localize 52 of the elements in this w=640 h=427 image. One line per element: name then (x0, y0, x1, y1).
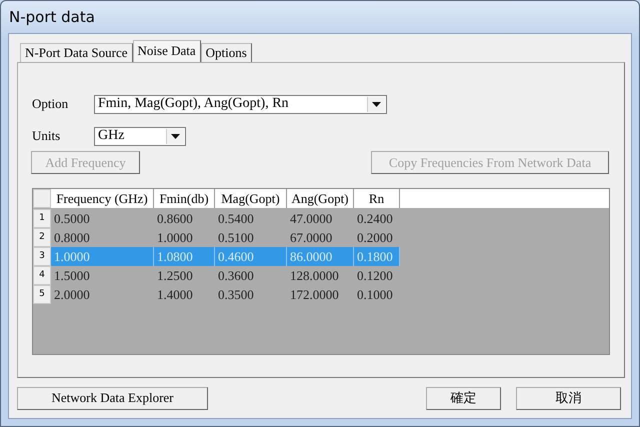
table-cell-text: 1.2500 (156, 267, 194, 285)
row-number: 5 (33, 285, 51, 304)
table-row[interactable]: 3 1.0000 1.0800 0.4600 86.0000 0.1800 (33, 247, 400, 266)
table-cell-text: 172.0000 (289, 286, 340, 304)
table-cell-text: 128.0000 (289, 267, 340, 285)
table-cell-text: 0.5400 (217, 210, 255, 228)
row-number: 1 (33, 209, 51, 228)
corner-header (33, 189, 51, 208)
table-cell-text: 0.5000 (53, 210, 91, 228)
field-label: Option (32, 96, 70, 112)
table-row[interactable]: 2 0.8000 1.0000 0.5100 67.0000 0.2000 (33, 228, 400, 247)
table-cell-text: 1.4000 (156, 286, 194, 304)
dialog-button[interactable]: 確定 (426, 386, 501, 410)
table-row[interactable]: 4 1.5000 1.2500 0.3600 128.0000 0.1200 (33, 266, 400, 285)
table-cell-text: 0.3600 (217, 267, 255, 285)
field-label: Units (32, 128, 62, 144)
table-cell-text: 0.1200 (356, 267, 394, 285)
table-cell-text: 1.0000 (156, 229, 194, 247)
dropdown[interactable]: Fmin, Mag(Gopt), Ang(Gopt), Rn (94, 94, 387, 114)
row-number: 4 (33, 266, 51, 285)
dialog-button[interactable]: Network Data Explorer (17, 386, 208, 410)
column-header[interactable]: Ang(Gopt) (287, 189, 354, 208)
table-cell-text: 0.8000 (53, 229, 91, 247)
column-header[interactable]: Mag(Gopt) (215, 189, 287, 208)
tab[interactable]: Noise Data (132, 40, 201, 62)
table-cell-text: 0.2000 (356, 229, 394, 247)
column-header[interactable]: Frequency (GHz) (51, 189, 154, 208)
row-number: 3 (33, 247, 51, 266)
dropdown[interactable]: GHz (94, 126, 186, 146)
table-cell-text: 0.1000 (356, 286, 394, 304)
tab[interactable]: Options (200, 43, 252, 62)
table-row[interactable]: 5 2.0000 1.4000 0.3500 172.0000 0.1000 (33, 285, 400, 304)
table-cell: 0.4600 (215, 247, 287, 266)
table-cell-text: 0.3500 (217, 286, 255, 304)
table-cell-text: 0.2400 (356, 210, 394, 228)
dialog-button[interactable]: 取消 (516, 386, 621, 410)
table-cell-text: 0.5100 (217, 229, 255, 247)
row-number: 2 (33, 228, 51, 247)
table-cell: 1.0800 (154, 247, 215, 266)
table-cell: 1.0000 (51, 247, 154, 266)
table-cell-text: 67.0000 (289, 229, 334, 247)
tab[interactable]: N-Port Data Source (20, 43, 133, 62)
table-cell-text: 47.0000 (289, 210, 334, 228)
column-header[interactable]: Rn (354, 189, 400, 208)
table-cell: 86.0000 (287, 247, 354, 266)
table-row[interactable]: 1 0.5000 0.8600 0.5400 47.0000 0.2400 (33, 209, 400, 228)
table-cell-text: 1.5000 (53, 267, 91, 285)
table-cell: 0.1800 (354, 247, 400, 266)
table-cell-text: 2.0000 (53, 286, 91, 304)
column-header[interactable]: Fmin(db) (154, 189, 215, 208)
table-cell-text: 0.8600 (156, 210, 194, 228)
window-title: N-port data (8, 7, 96, 28)
